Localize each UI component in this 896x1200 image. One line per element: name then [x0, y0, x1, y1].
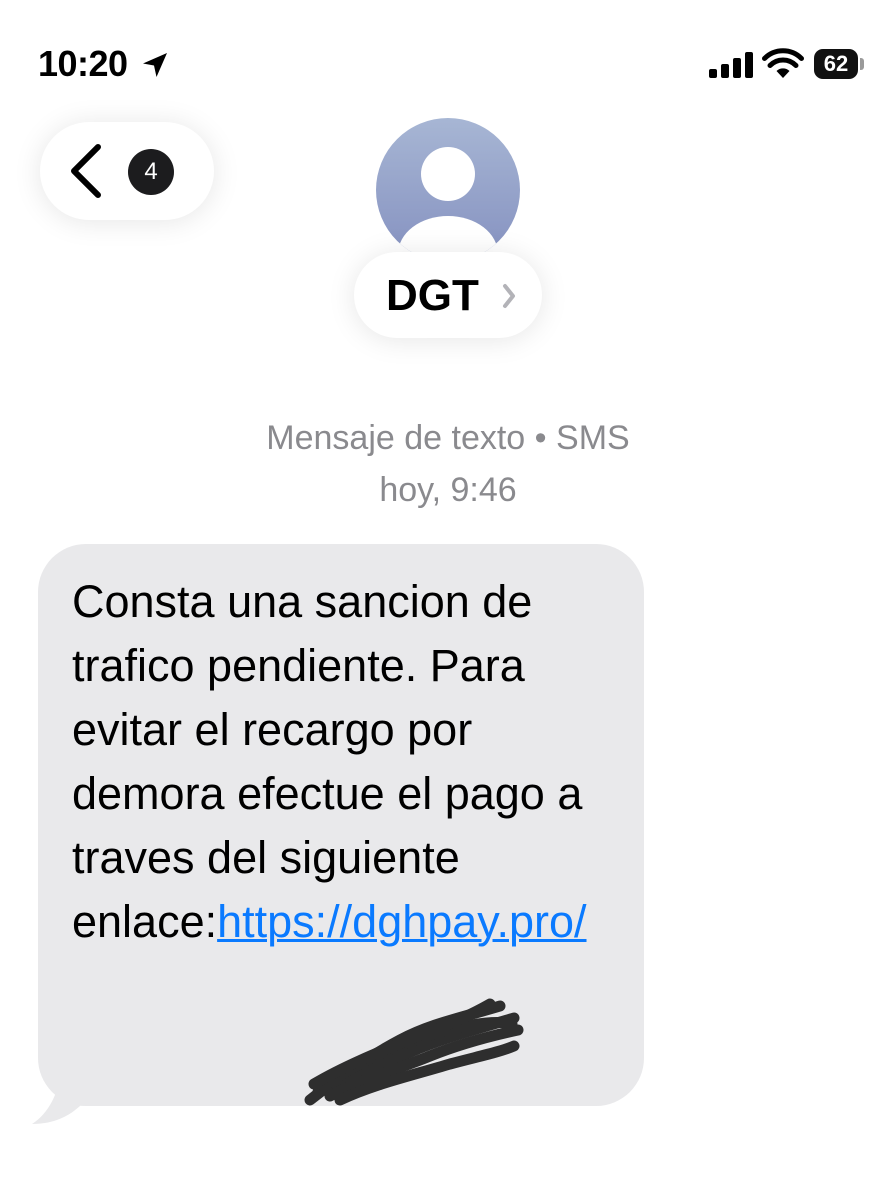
- battery-cap: [860, 58, 864, 70]
- unread-count-badge[interactable]: 4: [128, 149, 174, 195]
- messages-conversation-screen: 10:20 62 4 DGT Mensaje de texto • SMS ho…: [0, 0, 896, 1200]
- battery-level: 62: [823, 51, 849, 76]
- message-link[interactable]: https://​dghpay.pro/: [217, 896, 586, 947]
- message-text: Consta una sancion de trafico pendiente.…: [72, 570, 632, 954]
- message-type-label: Mensaje de texto • SMS: [266, 419, 630, 457]
- contact-avatar[interactable]: [376, 118, 520, 262]
- chevron-right-icon[interactable]: [500, 282, 518, 310]
- message-timestamp: hoy, 9:46: [379, 471, 517, 509]
- status-time: 10:20: [38, 43, 128, 84]
- battery-icon: 62: [814, 49, 858, 79]
- bubble-tail: [32, 1070, 82, 1124]
- location-arrow-icon: [143, 53, 167, 77]
- wifi-icon: [762, 48, 804, 78]
- message-body: Consta una sancion de trafico pendiente.…: [72, 576, 583, 947]
- chevron-left-icon[interactable]: [66, 142, 106, 200]
- redaction-scribble: [304, 998, 524, 1106]
- cellular-signal-icon: [709, 52, 753, 78]
- contact-name[interactable]: DGT: [386, 272, 479, 320]
- person-silhouette-icon: [398, 147, 498, 262]
